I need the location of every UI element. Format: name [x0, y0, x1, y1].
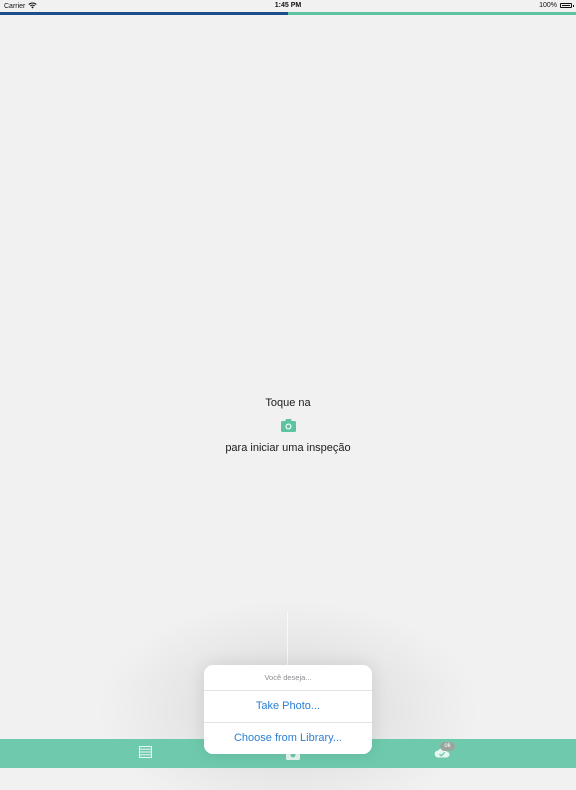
popover-anchor-line	[287, 612, 288, 667]
battery-percent: 100%	[539, 2, 557, 9]
action-sheet-popover: Você deseja... Take Photo... Choose from…	[204, 665, 372, 754]
sync-badge: ok	[440, 742, 455, 751]
tab-list[interactable]	[137, 746, 153, 762]
empty-state-line2: para iniciar uma inspeção	[225, 442, 351, 454]
progress-bar-fill	[0, 12, 288, 15]
status-time: 1:45 PM	[274, 2, 302, 9]
list-icon	[138, 745, 152, 763]
camera-icon	[280, 417, 296, 433]
empty-state-line1: Toque na	[265, 397, 311, 409]
status-bar: Carrier 1:45 PM 100%	[0, 0, 576, 12]
action-sheet-title: Você deseja...	[204, 665, 372, 691]
progress-bar	[0, 12, 576, 15]
empty-state: Toque na para iniciar uma inspeção	[0, 396, 576, 455]
battery-icon	[560, 3, 574, 8]
take-photo-button[interactable]: Take Photo...	[204, 691, 372, 722]
battery-group: 100%	[539, 2, 574, 9]
choose-from-library-button[interactable]: Choose from Library...	[204, 722, 372, 754]
